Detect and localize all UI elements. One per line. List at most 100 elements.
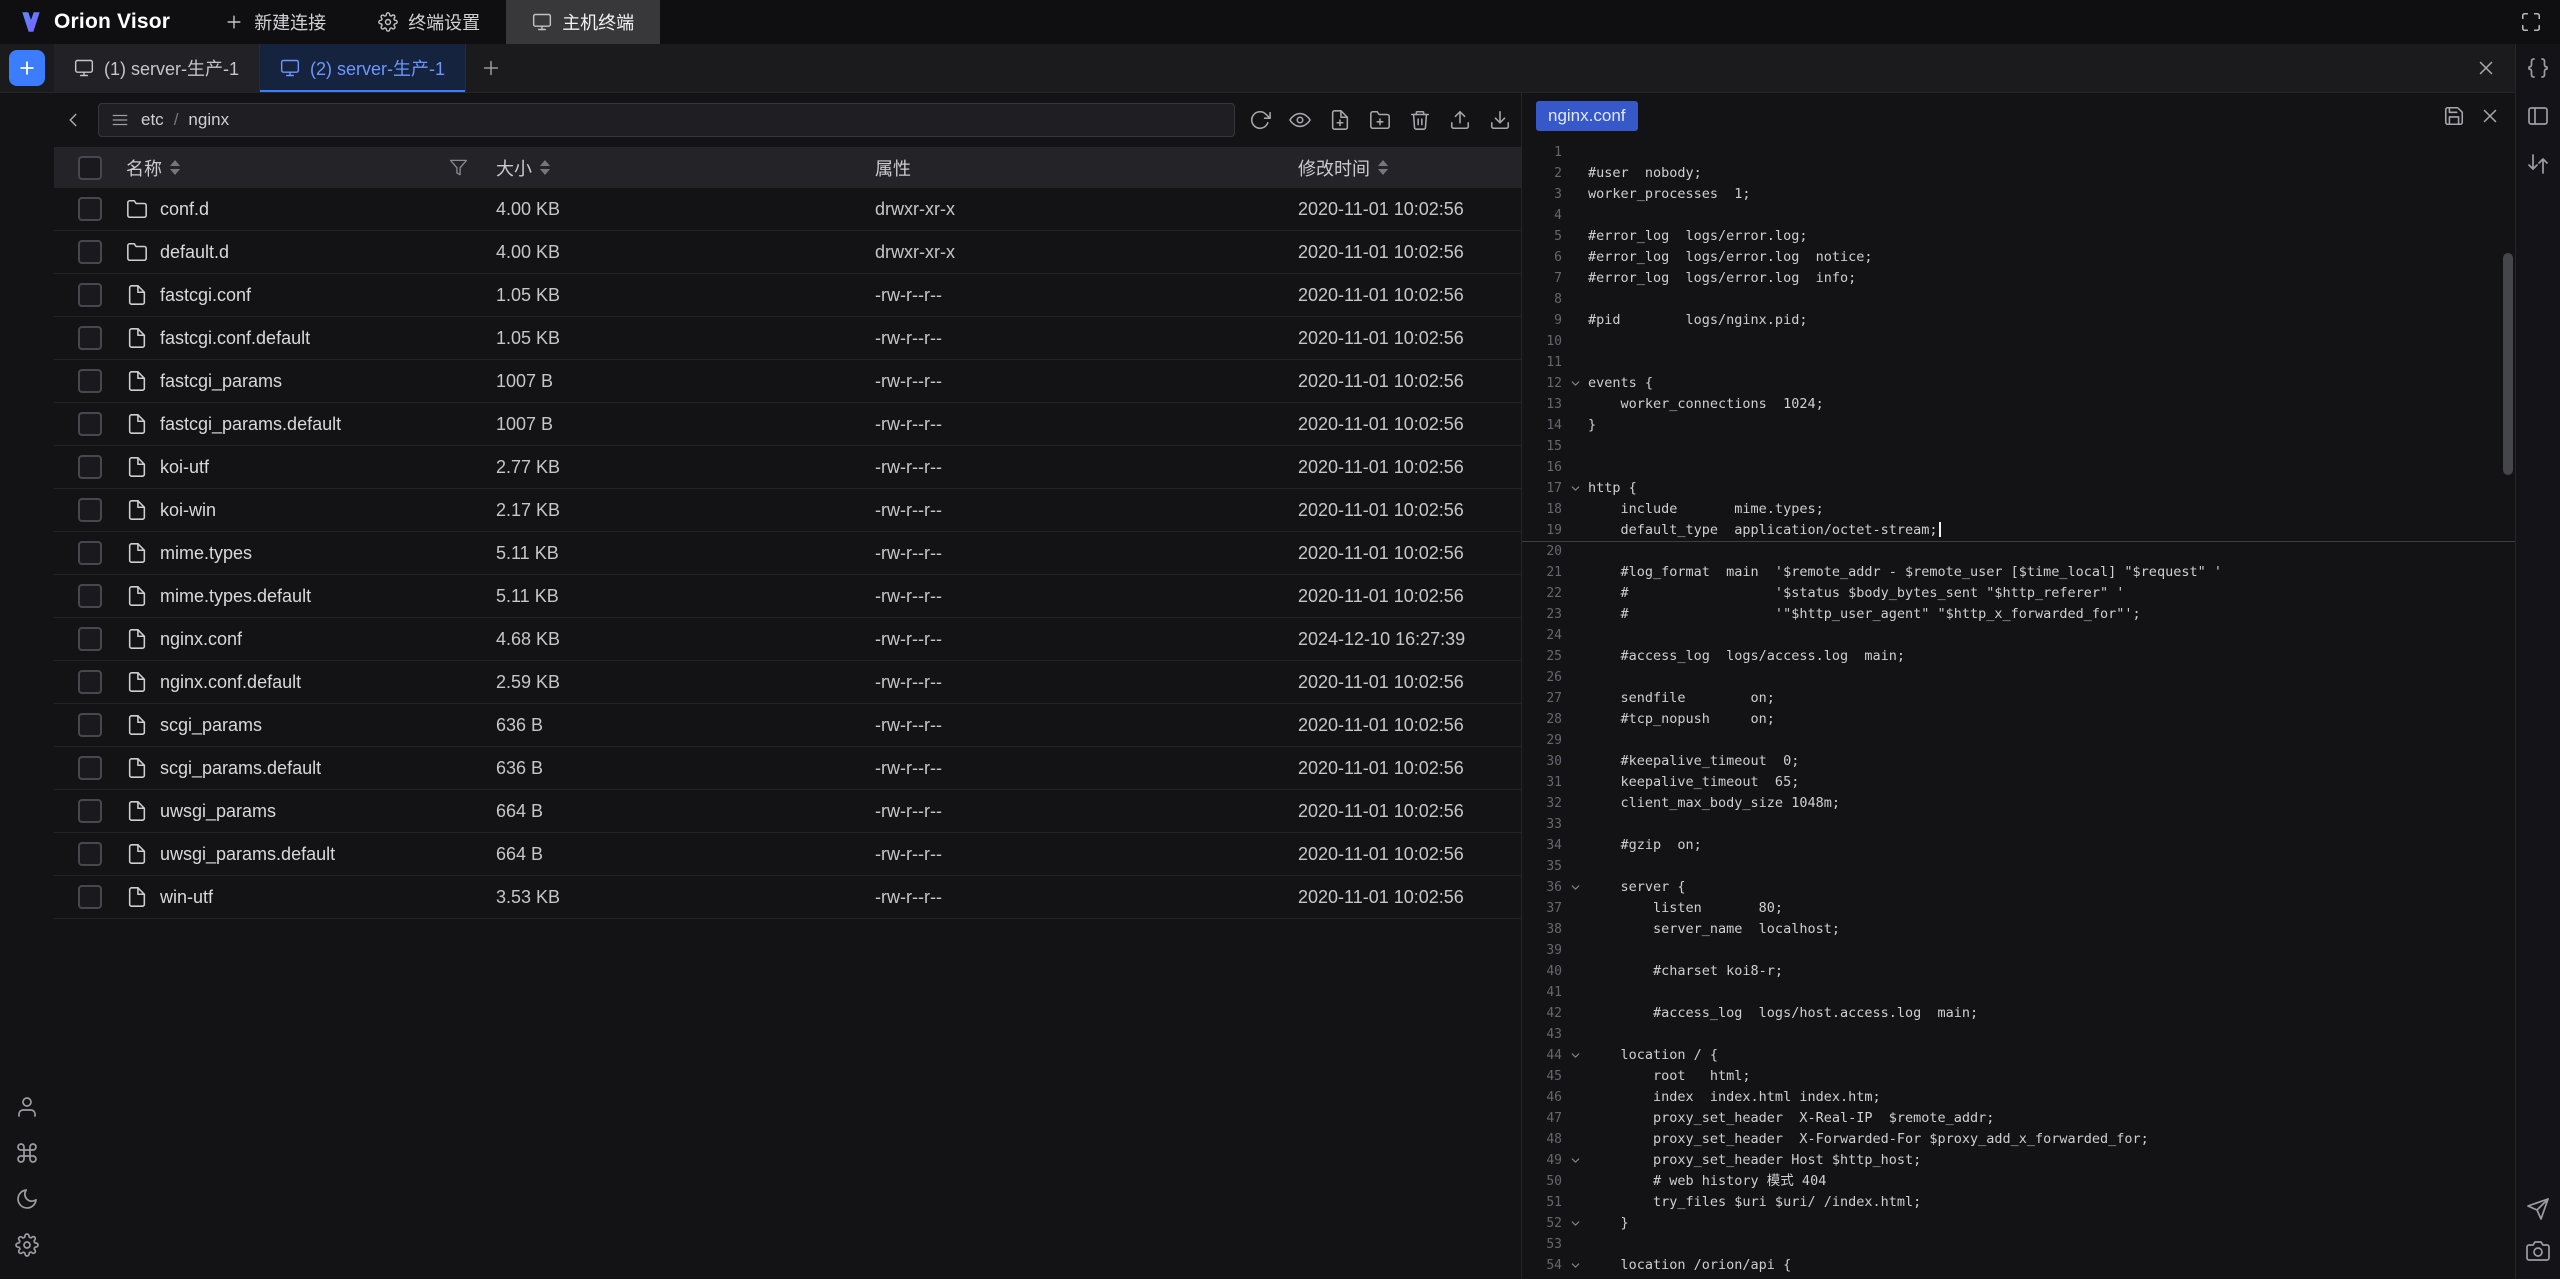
code-line[interactable]: 52 }	[1522, 1213, 2515, 1234]
row-checkbox[interactable]	[78, 885, 102, 909]
select-all-checkbox[interactable]	[78, 156, 102, 180]
code-line[interactable]: 17 http {	[1522, 478, 2515, 499]
tab-server-2[interactable]: (2) server-生产-1	[260, 44, 466, 92]
fold-chevron-icon[interactable]	[1562, 1217, 1588, 1230]
fold-chevron-icon[interactable]	[1562, 1154, 1588, 1167]
code-line[interactable]: 20	[1522, 541, 2515, 562]
add-tab-button[interactable]	[480, 57, 502, 79]
user-button[interactable]	[15, 1095, 39, 1119]
code-line[interactable]: 25 #access_log logs/access.log main;	[1522, 646, 2515, 667]
code-line[interactable]: 10	[1522, 331, 2515, 352]
tab-server-1[interactable]: (1) server-生产-1	[54, 44, 260, 92]
code-line[interactable]: 44 location / {	[1522, 1045, 2515, 1066]
new-folder-button[interactable]	[1365, 105, 1395, 135]
code-line[interactable]: 6 #error_log logs/error.log notice;	[1522, 247, 2515, 268]
code-line[interactable]: 23 # '"$http_user_agent" "$http_x_forwar…	[1522, 604, 2515, 625]
code-line[interactable]: 7 #error_log logs/error.log info;	[1522, 268, 2515, 289]
table-row[interactable]: koi-utf 2.77 KB -rw-r--r-- 2020-11-01 10…	[54, 446, 1521, 489]
close-panel-button[interactable]	[2475, 57, 2497, 79]
refresh-button[interactable]	[1245, 105, 1275, 135]
save-button[interactable]	[2443, 105, 2465, 127]
row-checkbox[interactable]	[78, 498, 102, 522]
code-line[interactable]: 18 include mime.types;	[1522, 499, 2515, 520]
code-line[interactable]: 45 root html;	[1522, 1066, 2515, 1087]
code-line[interactable]: 53	[1522, 1234, 2515, 1255]
row-checkbox[interactable]	[78, 541, 102, 565]
code-line[interactable]: 1	[1522, 142, 2515, 163]
sort-mtime-icon[interactable]	[1378, 160, 1388, 175]
column-header-name[interactable]: 名称	[126, 155, 162, 181]
code-line[interactable]: 42 #access_log logs/host.access.log main…	[1522, 1003, 2515, 1024]
code-line[interactable]: 36 server {	[1522, 877, 2515, 898]
code-line[interactable]: 39	[1522, 940, 2515, 961]
row-checkbox[interactable]	[78, 713, 102, 737]
column-header-attrs[interactable]: 属性	[875, 155, 911, 181]
row-checkbox[interactable]	[78, 283, 102, 307]
code-line[interactable]: 27 sendfile on;	[1522, 688, 2515, 709]
download-button[interactable]	[1485, 105, 1515, 135]
code-line[interactable]: 35	[1522, 856, 2515, 877]
table-row[interactable]: mime.types 5.11 KB -rw-r--r-- 2020-11-01…	[54, 532, 1521, 575]
code-area[interactable]: 1 2 #user nobody; 3 worker_processes 1; …	[1522, 139, 2515, 1279]
code-line[interactable]: 33	[1522, 814, 2515, 835]
code-line[interactable]: 49 proxy_set_header Host $http_host;	[1522, 1150, 2515, 1171]
code-line[interactable]: 14 }	[1522, 415, 2515, 436]
row-checkbox[interactable]	[78, 756, 102, 780]
nav-host-terminal[interactable]: 主机终端	[506, 0, 660, 44]
fold-chevron-icon[interactable]	[1562, 1049, 1588, 1062]
table-row[interactable]: koi-win 2.17 KB -rw-r--r-- 2020-11-01 10…	[54, 489, 1521, 532]
editor-scrollbar-thumb[interactable]	[2503, 253, 2513, 475]
new-connection-button[interactable]	[9, 50, 45, 86]
table-row[interactable]: uwsgi_params 664 B -rw-r--r-- 2020-11-01…	[54, 790, 1521, 833]
table-row[interactable]: default.d 4.00 KB drwxr-xr-x 2020-11-01 …	[54, 231, 1521, 274]
layout-panel-button[interactable]	[2526, 104, 2550, 128]
fold-chevron-icon[interactable]	[1562, 482, 1588, 495]
code-line[interactable]: 2 #user nobody;	[1522, 163, 2515, 184]
row-checkbox[interactable]	[78, 412, 102, 436]
column-header-size[interactable]: 大小	[496, 155, 532, 181]
code-line[interactable]: 51 try_files $uri $uri/ /index.html;	[1522, 1192, 2515, 1213]
table-row[interactable]: uwsgi_params.default 664 B -rw-r--r-- 20…	[54, 833, 1521, 876]
row-checkbox[interactable]	[78, 584, 102, 608]
screenshot-button[interactable]	[2526, 1239, 2550, 1263]
table-row[interactable]: win-utf 3.53 KB -rw-r--r-- 2020-11-01 10…	[54, 876, 1521, 919]
column-header-mtime[interactable]: 修改时间	[1298, 155, 1370, 181]
code-line[interactable]: 4	[1522, 205, 2515, 226]
code-braces-button[interactable]	[2526, 56, 2550, 80]
table-row[interactable]: fastcgi.conf 1.05 KB -rw-r--r-- 2020-11-…	[54, 274, 1521, 317]
code-line[interactable]: 40 #charset koi8-r;	[1522, 961, 2515, 982]
code-line[interactable]: 34 #gzip on;	[1522, 835, 2515, 856]
code-line[interactable]: 48 proxy_set_header X-Forwarded-For $pro…	[1522, 1129, 2515, 1150]
row-checkbox[interactable]	[78, 369, 102, 393]
row-checkbox[interactable]	[78, 842, 102, 866]
upload-button[interactable]	[1445, 105, 1475, 135]
code-line[interactable]: 8	[1522, 289, 2515, 310]
table-row[interactable]: fastcgi.conf.default 1.05 KB -rw-r--r-- …	[54, 317, 1521, 360]
code-line[interactable]: 54 location /orion/api {	[1522, 1255, 2515, 1276]
code-line[interactable]: 22 # '$status $body_bytes_sent "$http_re…	[1522, 583, 2515, 604]
table-row[interactable]: fastcgi_params 1007 B -rw-r--r-- 2020-11…	[54, 360, 1521, 403]
table-row[interactable]: nginx.conf 4.68 KB -rw-r--r-- 2024-12-10…	[54, 618, 1521, 661]
row-checkbox[interactable]	[78, 627, 102, 651]
row-checkbox[interactable]	[78, 197, 102, 221]
nav-new-connection[interactable]: 新建连接	[198, 0, 352, 44]
nav-terminal-settings[interactable]: 终端设置	[352, 0, 506, 44]
code-line[interactable]: 29	[1522, 730, 2515, 751]
row-checkbox[interactable]	[78, 455, 102, 479]
theme-button[interactable]	[15, 1187, 39, 1211]
table-row[interactable]: fastcgi_params.default 1007 B -rw-r--r--…	[54, 403, 1521, 446]
breadcrumb-segment-etc[interactable]: etc	[141, 110, 164, 130]
new-file-button[interactable]	[1325, 105, 1355, 135]
code-line[interactable]: 43	[1522, 1024, 2515, 1045]
code-line[interactable]: 24	[1522, 625, 2515, 646]
code-line[interactable]: 9 #pid logs/nginx.pid;	[1522, 310, 2515, 331]
fullscreen-button[interactable]	[2520, 11, 2542, 33]
table-row[interactable]: mime.types.default 5.11 KB -rw-r--r-- 20…	[54, 575, 1521, 618]
fold-chevron-icon[interactable]	[1562, 377, 1588, 390]
code-line[interactable]: 19 default_type application/octet-stream…	[1522, 520, 2515, 541]
code-line[interactable]: 41	[1522, 982, 2515, 1003]
code-line[interactable]: 31 keepalive_timeout 65;	[1522, 772, 2515, 793]
table-row[interactable]: nginx.conf.default 2.59 KB -rw-r--r-- 20…	[54, 661, 1521, 704]
code-line[interactable]: 21 #log_format main '$remote_addr - $rem…	[1522, 562, 2515, 583]
code-line[interactable]: 12 events {	[1522, 373, 2515, 394]
